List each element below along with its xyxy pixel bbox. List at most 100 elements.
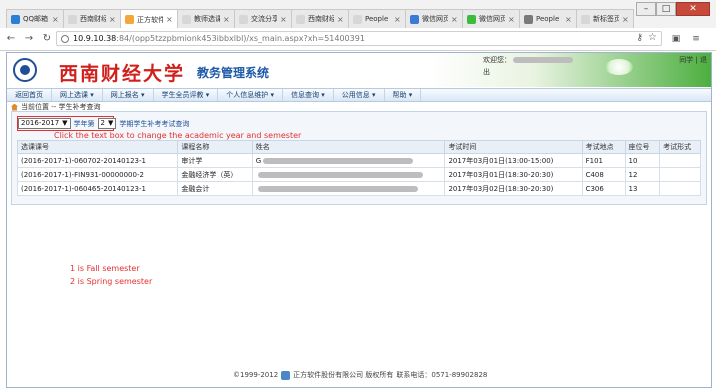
welcome-text: 欢迎您： — [483, 55, 574, 65]
menu-item[interactable]: 个人信息维护 ▾ — [218, 89, 283, 101]
browser-tab[interactable]: 微信网页 × — [462, 9, 520, 28]
company-logo-icon — [281, 370, 291, 380]
table-cell: 13 — [624, 181, 661, 196]
table-cell: 2017年03月01日(18:30-20:30) — [444, 167, 583, 182]
forward-icon[interactable]: → — [22, 32, 36, 46]
table-cell: 10 — [624, 153, 661, 168]
close-tab-icon[interactable]: × — [565, 15, 572, 24]
table-row[interactable]: (2016-2017-1)-060702-20140123-1 审计学 G 2017年… — [16, 153, 701, 168]
close-tab-icon[interactable]: × — [52, 15, 59, 24]
back-icon[interactable]: ← — [4, 32, 18, 46]
close-window-button[interactable]: ✕ — [676, 2, 710, 16]
tab-label: 正方软件 — [137, 15, 163, 24]
close-tab-icon[interactable]: × — [394, 15, 401, 24]
user-line: 出 — [483, 68, 490, 76]
tab-label: 教师选课 — [194, 15, 220, 23]
menu-item[interactable]: 帮助 ▾ — [385, 89, 422, 101]
cell-text: 2017年03月01日(18:30-20:30) — [448, 170, 554, 179]
favicon-icon — [581, 14, 590, 24]
favicon-icon — [467, 14, 476, 24]
menu-item[interactable]: 网上选课 ▾ — [52, 89, 103, 101]
year-select[interactable]: 2016-2017 ▼ — [18, 118, 71, 129]
browser-tab[interactable]: 西南财经 × — [63, 9, 121, 28]
browser-tab[interactable]: 西南财经 × — [291, 9, 349, 28]
cell-text: F101 — [585, 156, 603, 165]
table-cell: 金融会计 — [177, 181, 253, 196]
browser-tab[interactable]: 正方软件 × — [120, 9, 178, 29]
redacted-name — [263, 157, 414, 164]
tab-label: 西南财经 — [308, 15, 334, 23]
tab-label: 西南财经 — [80, 15, 106, 23]
semester-select[interactable]: 2 ▼ — [97, 118, 117, 129]
favicon-icon — [11, 14, 20, 24]
minimize-button[interactable]: – — [636, 2, 656, 16]
browser-tab[interactable]: 新标签页 × — [576, 9, 634, 28]
menu-item[interactable]: 公用信息 ▾ — [334, 89, 385, 101]
table-row[interactable]: (2016-2017-1)-FIN931-00000000-2 金融经济学（英） 2… — [16, 167, 701, 182]
column-header: 选课课号 — [16, 140, 179, 154]
column-header: 考试形式 — [659, 140, 701, 154]
table-header-row: 选课课号 课程名称 姓名 考试时间 考试地点 座位号 考试形式 — [16, 140, 701, 154]
browser-tab[interactable]: QQ邮箱 × — [6, 9, 64, 28]
user-links[interactable]: 同学 | 退 — [679, 55, 707, 65]
maximize-button[interactable]: □ — [656, 2, 676, 16]
table-cell — [659, 181, 701, 196]
table-cell: (2016-2017-1)-060465-20140123-1 — [16, 181, 179, 196]
close-tab-icon[interactable]: × — [109, 15, 116, 24]
company-text: 正方软件股份有限公司 版权所有 — [293, 371, 394, 379]
browser-tab[interactable]: People × — [519, 9, 577, 28]
bookmark-star-icon[interactable]: ☆ — [648, 32, 657, 43]
browser-toolbar: ← → ↻ 10.9.10.38 :84/(opp5tzzpbmionk453i… — [0, 28, 716, 51]
favicon-icon — [524, 14, 533, 24]
tab-label: 交流分享 — [251, 15, 277, 23]
menu-icon[interactable]: ≡ — [690, 33, 702, 45]
browser-tab[interactable]: 交流分享 × — [234, 9, 292, 28]
tab-list: QQ邮箱 × 西南财经 × 正方软件 × 教师选课 × 交流分享 × 西南财经 × People × 微信网… — [6, 9, 634, 29]
close-tab-icon[interactable]: × — [508, 15, 515, 24]
key-icon[interactable]: ⚷ — [636, 33, 643, 43]
table-cell — [659, 167, 701, 182]
close-tab-icon[interactable]: × — [280, 15, 287, 24]
banner-decoration — [605, 59, 633, 75]
table-row[interactable]: (2016-2017-1)-060465-20140123-1 金融会计 2017年… — [16, 181, 701, 196]
reload-icon[interactable]: ↻ — [40, 32, 54, 46]
close-tab-icon[interactable]: × — [223, 15, 230, 24]
extension-icon[interactable]: ▣ — [670, 33, 682, 45]
exam-table: 选课课号 课程名称 姓名 考试时间 考试地点 座位号 考试形式 (2016-2017-1)-… — [16, 140, 701, 196]
favicon-icon — [410, 14, 419, 24]
close-tab-icon[interactable]: × — [622, 15, 629, 24]
browser-tab[interactable]: 微信网页 × — [405, 9, 463, 28]
site-banner: 西南财经大学 教务管理系统 欢迎您： 出 同学 | 退 — [7, 53, 711, 87]
address-path: :84/(opp5tzzpbmionk453ibbxlbl)/xs_main.a… — [116, 34, 365, 43]
table-cell — [251, 181, 446, 196]
table-cell: 2017年03月02日(18:30-20:30) — [444, 181, 583, 196]
tab-label: People — [365, 15, 389, 23]
menu-item[interactable]: 返回首页 — [7, 89, 52, 101]
cell-text: 2017年03月02日(18:30-20:30) — [448, 184, 554, 193]
column-header: 课程名称 — [177, 140, 253, 154]
browser-tab[interactable]: 教师选课 × — [177, 9, 235, 28]
dropdown-arrow-icon: ▼ — [62, 119, 68, 127]
close-tab-icon[interactable]: × — [451, 15, 458, 24]
menu-item[interactable]: 信息查询 ▾ — [283, 89, 334, 101]
close-tab-icon[interactable]: × — [337, 15, 344, 24]
address-host: 10.9.10.38 — [73, 34, 117, 43]
tab-label: 微信网页 — [422, 15, 448, 23]
web-page: 西南财经大学 教务管理系统 欢迎您： 出 同学 | 退 返回首页 网上选课 ▾ 网上… — [6, 52, 712, 388]
browser-tab[interactable]: People × — [348, 9, 406, 28]
click-hint-annotation: Click the text box to change the academi… — [54, 131, 302, 140]
filter-row: 2016-2017 ▼ 学年第 2 ▼ 学期学生补考考试查询 — [18, 118, 189, 129]
cell-text: 金融会计 — [181, 184, 210, 193]
table-cell: F101 — [581, 153, 626, 168]
info-icon[interactable] — [61, 34, 69, 43]
address-bar[interactable]: 10.9.10.38 :84/(opp5tzzpbmionk453ibbxlbl… — [56, 31, 662, 46]
cell-text: 10 — [628, 156, 638, 165]
menu-item[interactable]: 学生全员评教 ▾ — [154, 89, 219, 101]
favicon-icon — [182, 14, 191, 24]
cell-text: 审计学 — [181, 156, 203, 165]
table-cell: 审计学 — [177, 153, 253, 168]
menu-item[interactable]: 网上报名 ▾ — [103, 89, 154, 101]
query-panel: 2016-2017 ▼ 学年第 2 ▼ 学期学生补考考试查询 Click the… — [11, 111, 707, 205]
favicon-icon — [125, 15, 134, 24]
close-tab-icon[interactable]: × — [166, 15, 173, 24]
